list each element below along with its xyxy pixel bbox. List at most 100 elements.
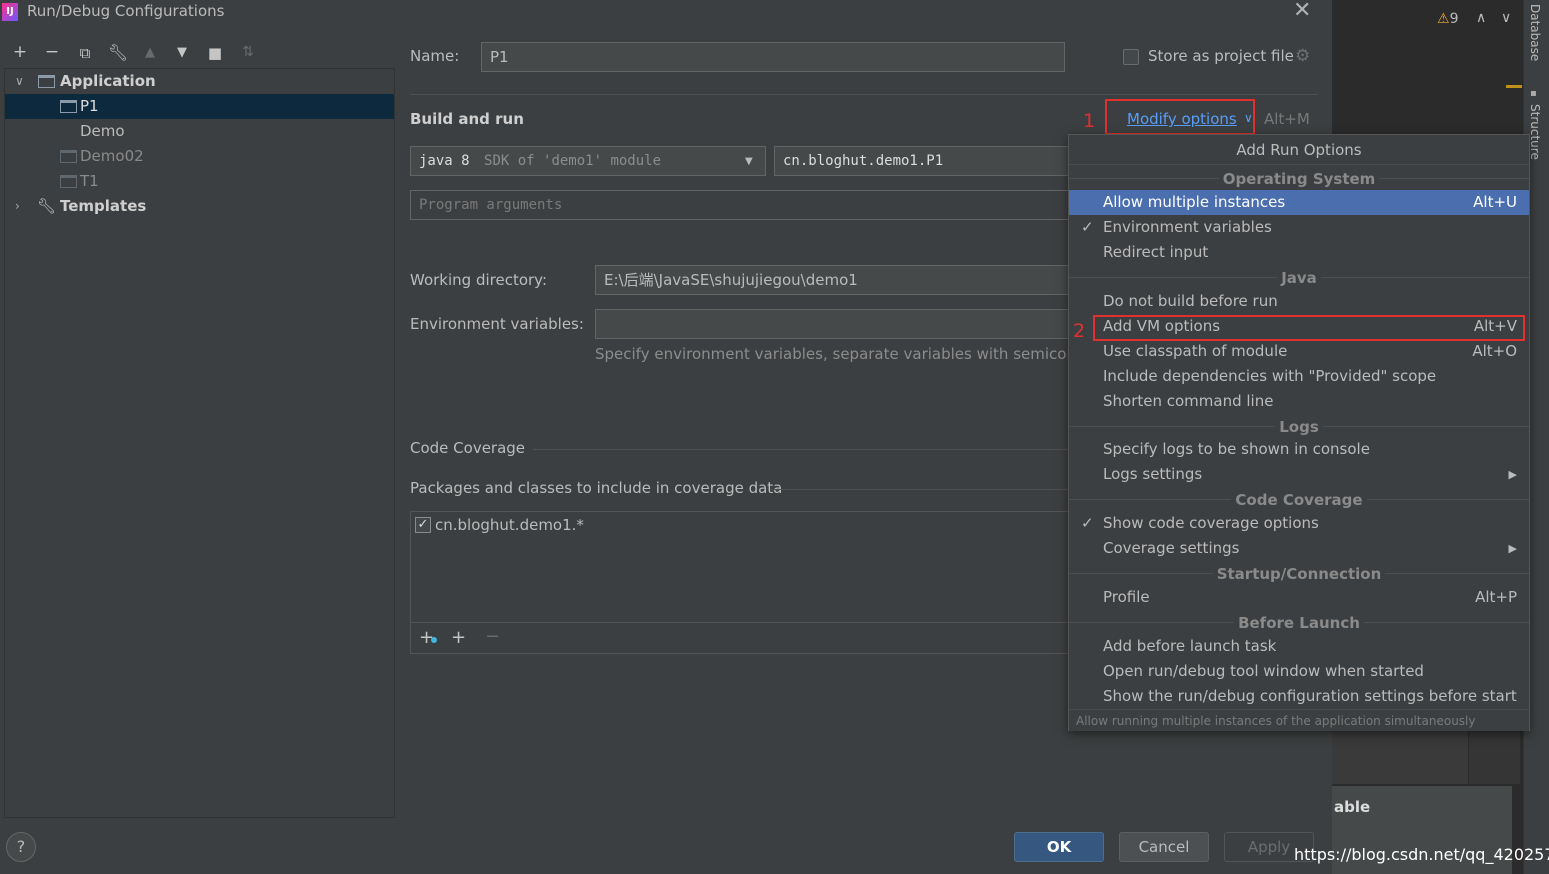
application-icon (38, 75, 55, 88)
separator (770, 489, 1070, 490)
coverage-packages-label: Packages and classes to include in cover… (410, 479, 783, 497)
configuration-tree[interactable]: ∨ Application P1 Demo Demo02 T1 › 🔧︎ Tem… (4, 68, 395, 818)
coverage-entry-checkbox[interactable]: ✓ (415, 517, 431, 533)
gear-icon[interactable]: ⚙ (1295, 46, 1310, 66)
warnings-indicator[interactable]: ⚠9 (1437, 11, 1458, 27)
menu-item-use-classpath[interactable]: Use classpath of module Alt+O (1069, 339, 1529, 364)
tree-item-templates[interactable]: › 🔧︎ Templates (5, 194, 394, 219)
submenu-arrow-icon: ▶ (1508, 542, 1517, 555)
remove-icon[interactable]: − (41, 42, 63, 62)
copy-icon[interactable]: ⧉ (74, 44, 96, 62)
move-down-icon[interactable]: ▼ (171, 45, 193, 60)
menu-item-show-settings-before-start[interactable]: Show the run/debug configuration setting… (1069, 684, 1529, 709)
section-code-coverage: Code Coverage (1069, 488, 1529, 512)
name-input[interactable]: P1 (481, 42, 1065, 72)
move-up-icon[interactable]: ▲ (139, 45, 161, 60)
help-button[interactable]: ? (6, 832, 36, 862)
menu-item-open-tool-window[interactable]: Open run/debug tool window when started (1069, 659, 1529, 684)
menu-item-allow-multiple-instances[interactable]: Allow multiple instances Alt+U (1069, 190, 1529, 215)
working-directory-label: Working directory: (410, 271, 548, 289)
add-icon[interactable]: + (9, 42, 31, 62)
menu-item-include-provided[interactable]: Include dependencies with "Provided" sco… (1069, 364, 1529, 389)
tree-item-label: Templates (60, 197, 147, 215)
separator (410, 94, 1318, 95)
temporary-config-icon (60, 150, 77, 163)
next-highlight-icon[interactable]: ∨ (1501, 10, 1511, 26)
code-coverage-header: Code Coverage (410, 439, 526, 457)
cancel-button[interactable]: Cancel (1119, 832, 1209, 862)
new-folder-icon[interactable]: ■ (204, 44, 226, 62)
menu-item-add-before-launch[interactable]: Add before launch task (1069, 634, 1529, 659)
modify-options-link[interactable]: Modify options (1127, 110, 1237, 128)
jre-select[interactable]: java 8 SDK of 'demo1' module (410, 146, 766, 176)
store-as-project-checkbox[interactable] (1123, 49, 1139, 65)
close-icon[interactable]: ✕ (1293, 0, 1311, 23)
chevron-down-icon[interactable]: ∨ (1244, 111, 1253, 125)
class-badge-icon (431, 637, 437, 643)
menu-item-profile[interactable]: Profile Alt+P (1069, 585, 1529, 610)
environment-variables-input[interactable] (595, 309, 1070, 339)
section-java: Java (1069, 266, 1529, 290)
add-package-icon[interactable]: + (451, 627, 466, 648)
database-tab[interactable]: Database (1528, 4, 1542, 61)
section-operating-system: Operating System (1069, 167, 1529, 191)
menu-item-logs-settings[interactable]: Logs settings ▶ (1069, 462, 1529, 487)
sort-icon[interactable]: ⇅ (237, 44, 259, 60)
structure-tab[interactable]: Structure (1528, 104, 1542, 160)
tree-item-application[interactable]: ∨ Application (5, 69, 394, 94)
jre-version: java 8 (419, 153, 470, 169)
wrench-icon[interactable]: 🔧︎ (107, 43, 129, 62)
tree-item-label: Application (60, 72, 156, 90)
annotation-number-1: 1 (1083, 110, 1096, 132)
separator (533, 449, 1070, 450)
annotation-number-2: 2 (1073, 320, 1086, 342)
structure-tab-icon: ▪ (1530, 88, 1537, 99)
remove-pattern-icon[interactable]: − (485, 626, 500, 647)
dropdown-arrow-icon[interactable]: ▼ (745, 156, 753, 167)
dialog-title: Run/Debug Configurations (27, 2, 225, 20)
tree-item-label: P1 (80, 97, 99, 115)
wrench-icon: 🔧︎ (37, 197, 57, 215)
tree-item-label: Demo02 (80, 147, 144, 165)
jre-detail: SDK of 'demo1' module (484, 153, 662, 169)
menu-item-redirect-input[interactable]: Redirect input (1069, 240, 1529, 265)
environment-variables-label: Environment variables: (410, 315, 584, 333)
checkmark-icon: ✓ (1081, 218, 1094, 236)
menu-item-environment-variables[interactable]: ✓ Environment variables (1069, 215, 1529, 240)
ide-background-panel-right (1468, 730, 1520, 784)
name-label: Name: (410, 47, 460, 65)
menu-item-coverage-settings[interactable]: Coverage settings ▶ (1069, 536, 1529, 561)
warning-count: 9 (1449, 11, 1459, 27)
tree-item-p1[interactable]: P1 (5, 94, 394, 119)
ok-button[interactable]: OK (1014, 832, 1104, 862)
menu-item-shorten-command-line[interactable]: Shorten command line (1069, 389, 1529, 414)
annotation-box-add-vm-options (1093, 315, 1525, 341)
modify-options-shortcut: Alt+M (1264, 110, 1310, 128)
coverage-toolbar (411, 622, 1069, 653)
environment-variables-hint: Specify environment variables, separate … (595, 345, 1070, 363)
section-before-launch: Before Launch (1069, 611, 1529, 635)
temporary-config-icon (60, 175, 77, 188)
menu-item-show-coverage-options[interactable]: ✓ Show code coverage options (1069, 511, 1529, 536)
add-run-options-popup[interactable]: Add Run Options Operating System Allow m… (1068, 134, 1530, 731)
menu-item-do-not-build[interactable]: Do not build before run (1069, 289, 1529, 314)
section-logs: Logs (1069, 415, 1529, 439)
store-as-project-label: Store as project file (1148, 47, 1294, 65)
program-arguments-input[interactable]: Program arguments (410, 190, 1070, 220)
tree-item-label: Demo (80, 122, 125, 140)
coverage-entry-label: cn.bloghut.demo1.* (435, 516, 584, 534)
submenu-arrow-icon: ▶ (1508, 468, 1517, 481)
section-startup-connection: Startup/Connection (1069, 562, 1529, 586)
previous-highlight-icon[interactable]: ∧ (1476, 10, 1486, 26)
chevron-right-icon[interactable]: › (15, 194, 20, 219)
tree-item-demo[interactable]: Demo (5, 119, 394, 144)
tree-item-t1[interactable]: T1 (5, 169, 394, 194)
menu-item-specify-logs[interactable]: Specify logs to be shown in console (1069, 437, 1529, 462)
chevron-down-icon[interactable]: ∨ (15, 69, 24, 94)
working-directory-input[interactable]: E:\后端\JavaSE\shujujiegou\demo1 (595, 265, 1070, 295)
ide-background-text: able (1334, 798, 1371, 816)
tree-item-demo02[interactable]: Demo02 (5, 144, 394, 169)
build-and-run-header: Build and run (410, 110, 524, 128)
main-class-input[interactable]: cn.bloghut.demo1.P1 (774, 146, 1070, 176)
popup-footer-hint: Allow running multiple instances of the … (1069, 709, 1529, 731)
